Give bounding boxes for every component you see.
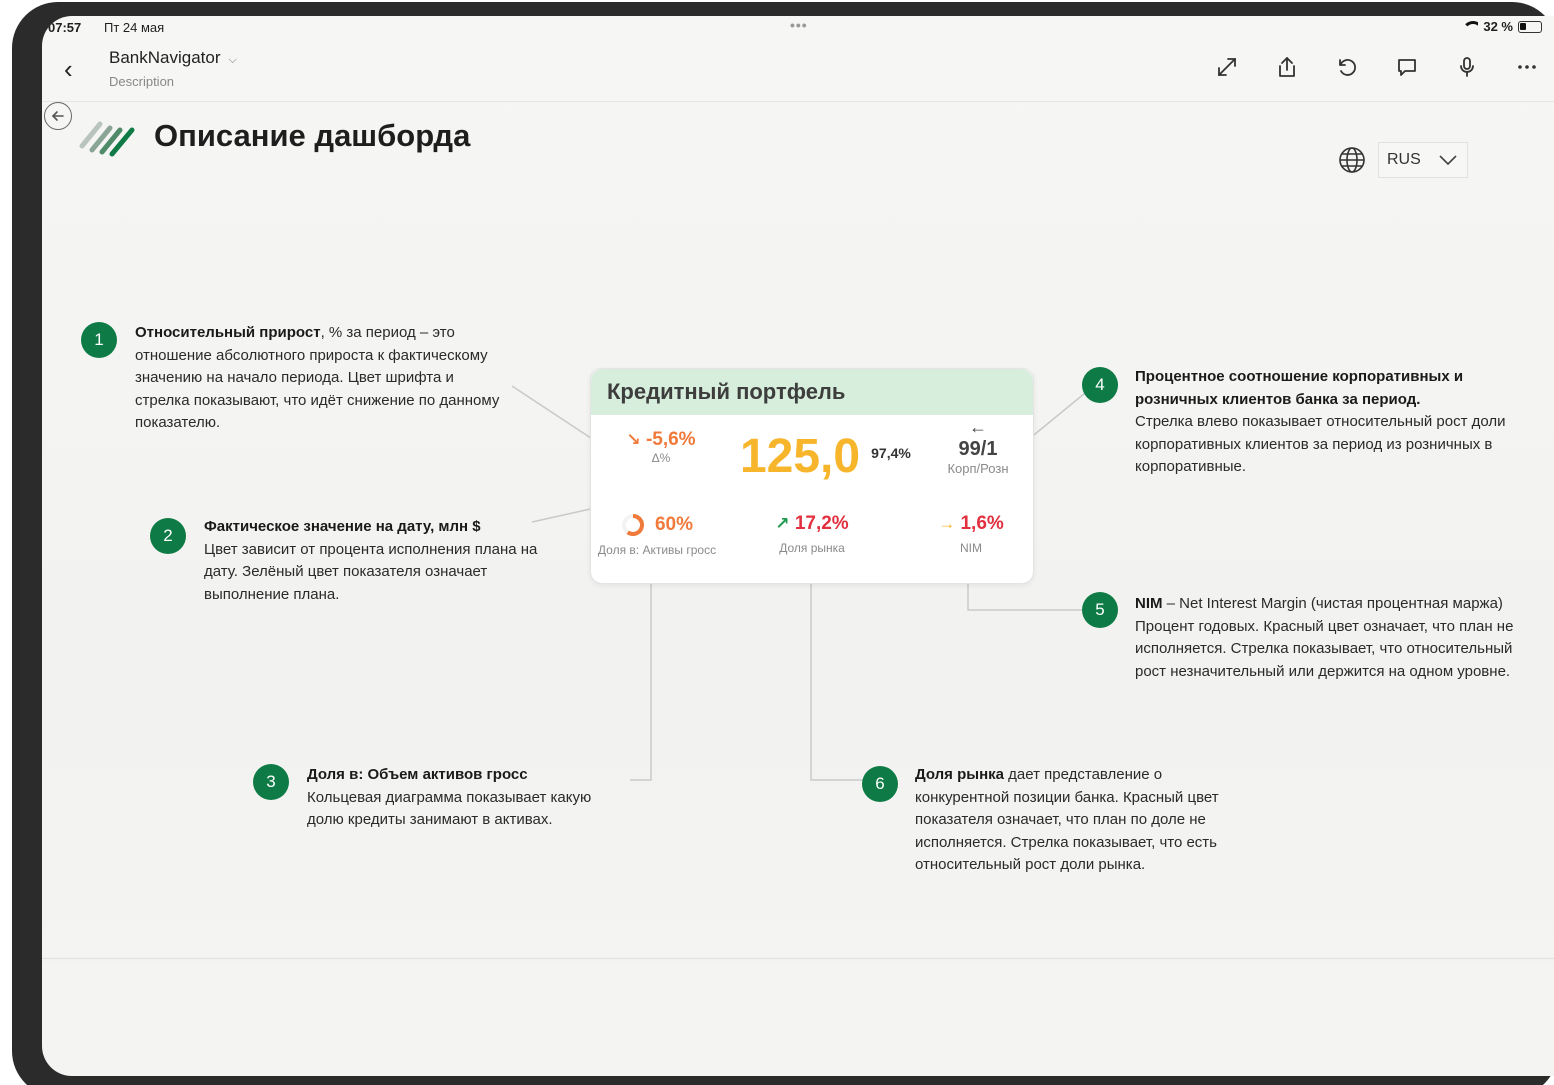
assets-share-value: 60% xyxy=(654,514,694,535)
share-icon[interactable] xyxy=(1274,54,1300,80)
status-time: 07:57 xyxy=(48,20,82,35)
app-subtitle: Description xyxy=(109,74,175,89)
microphone-icon[interactable] xyxy=(1454,54,1480,80)
page-title: Описание дашборда xyxy=(154,118,471,153)
toolbar xyxy=(1214,54,1540,80)
callout-heading: NIM xyxy=(1135,595,1163,612)
nim-value: 1,6% xyxy=(960,513,1004,534)
card-title: Кредитный портфель xyxy=(591,369,1033,415)
callout-text: Цвет зависит от процента исполнения план… xyxy=(204,540,538,603)
battery-percent: 32 % xyxy=(1483,19,1513,34)
callout-badge-6: 6 xyxy=(862,766,898,802)
arrow-up-right-icon: ↗ xyxy=(775,514,790,533)
expand-icon[interactable] xyxy=(1214,54,1240,80)
callout-note-6: Доля рынка дает представление о конкурен… xyxy=(915,764,1260,877)
wifi-icon xyxy=(1464,21,1479,32)
callout-badge-5: 5 xyxy=(1082,592,1118,628)
assets-share-label: Доля в: Активы гросс xyxy=(597,543,717,557)
comment-icon[interactable] xyxy=(1394,54,1420,80)
callout-heading: Относительный прирост xyxy=(135,324,321,341)
callout-badge-2: 2 xyxy=(150,518,186,554)
language-switcher: RUS xyxy=(1338,142,1468,178)
back-circle-button[interactable] xyxy=(44,102,72,130)
market-share-label: Доля рынка xyxy=(779,541,845,555)
bank-logo-icon xyxy=(79,121,135,157)
app-title[interactable]: BankNavigator ⌵ xyxy=(109,48,237,68)
more-icon[interactable] xyxy=(1514,54,1540,80)
callout-text: – Net Interest Margin (чистая процентная… xyxy=(1135,595,1514,680)
market-share-value: 17,2% xyxy=(794,513,849,534)
nim-label: NIM xyxy=(960,541,982,555)
multitask-dots-icon[interactable]: ••• xyxy=(790,17,808,33)
arrow-right-icon: → xyxy=(938,514,956,533)
callout-heading: Фактическое значение на дату, млн $ xyxy=(204,518,481,535)
callout-note-1: Относительный прирост, % за период – это… xyxy=(135,322,507,435)
plan-percent: 97,4% xyxy=(861,445,921,461)
language-value: RUS xyxy=(1387,151,1421,168)
arrow-down-right-icon: ↘ xyxy=(626,430,641,449)
assets-share-kpi: 60% Доля в: Активы гросс xyxy=(591,513,723,557)
callout-heading: Процентное соотношение корпоративных и р… xyxy=(1135,368,1464,408)
corp-retail-value: 99/1 xyxy=(958,438,998,460)
language-select[interactable]: RUS xyxy=(1378,142,1468,178)
screen: 07:57 Пт 24 мая ••• 32 % ‹ BankNavigator… xyxy=(42,16,1554,1076)
back-button[interactable]: ‹ xyxy=(64,56,82,82)
callout-note-3: Доля в: Объем активов гросс Кольцевая диа… xyxy=(307,764,627,832)
main-value-kpi: 125,0 xyxy=(731,429,869,485)
delta-label: Δ% xyxy=(651,451,671,465)
delta-kpi: ↘ -5,6% Δ% xyxy=(611,429,711,465)
undo-icon[interactable] xyxy=(1334,54,1360,80)
market-share-kpi: ↗ 17,2% Доля рынка xyxy=(757,513,867,555)
callout-note-5: NIM – Net Interest Margin (чистая процен… xyxy=(1135,593,1515,683)
callout-heading: Доля рынка xyxy=(915,766,1004,783)
main-value: 125,0 xyxy=(739,430,861,483)
status-indicators: 32 % xyxy=(1464,19,1542,34)
tablet-frame: 07:57 Пт 24 мая ••• 32 % ‹ BankNavigator… xyxy=(12,2,1554,1085)
chevron-down-icon xyxy=(1439,155,1457,165)
globe-icon[interactable] xyxy=(1338,146,1366,174)
callout-note-2: Фактическое значение на дату, млн $ Цвет … xyxy=(204,516,554,606)
status-bar: 07:57 Пт 24 мая ••• 32 % xyxy=(42,16,1554,38)
corp-retail-kpi: ← 99/1 Корп/Розн xyxy=(933,417,1023,476)
status-date: Пт 24 мая xyxy=(104,20,165,35)
arrow-left-icon: ← xyxy=(969,417,987,437)
callout-heading: Доля в: Объем активов гросс xyxy=(307,766,528,783)
callout-badge-3: 3 xyxy=(253,764,289,800)
callout-text: Кольцевая диаграмма показывает какую дол… xyxy=(307,788,592,829)
credit-portfolio-card[interactable]: Кредитный портфель ↘ -5,6% Δ% 125,0 97,4… xyxy=(590,368,1034,584)
delta-value: -5,6% xyxy=(645,429,696,450)
callout-badge-1: 1 xyxy=(81,322,117,358)
callout-text: Стрелка влево показывает относительный р… xyxy=(1135,413,1506,475)
nim-kpi: → 1,6% NIM xyxy=(921,513,1021,555)
battery-icon xyxy=(1518,20,1542,33)
callout-badge-4: 4 xyxy=(1082,367,1118,403)
corp-retail-label: Корп/Розн xyxy=(947,461,1009,476)
app-name: BankNavigator xyxy=(109,48,221,67)
callout-note-4: Процентное соотношение корпоративных и р… xyxy=(1135,366,1515,479)
bottom-divider xyxy=(42,958,1554,959)
chevron-down-icon: ⌵ xyxy=(228,54,237,66)
plan-percent-value: 97,4% xyxy=(871,445,911,461)
donut-chart-icon xyxy=(621,514,644,536)
nav-bar: ‹ BankNavigator ⌵ Description xyxy=(42,38,1554,102)
